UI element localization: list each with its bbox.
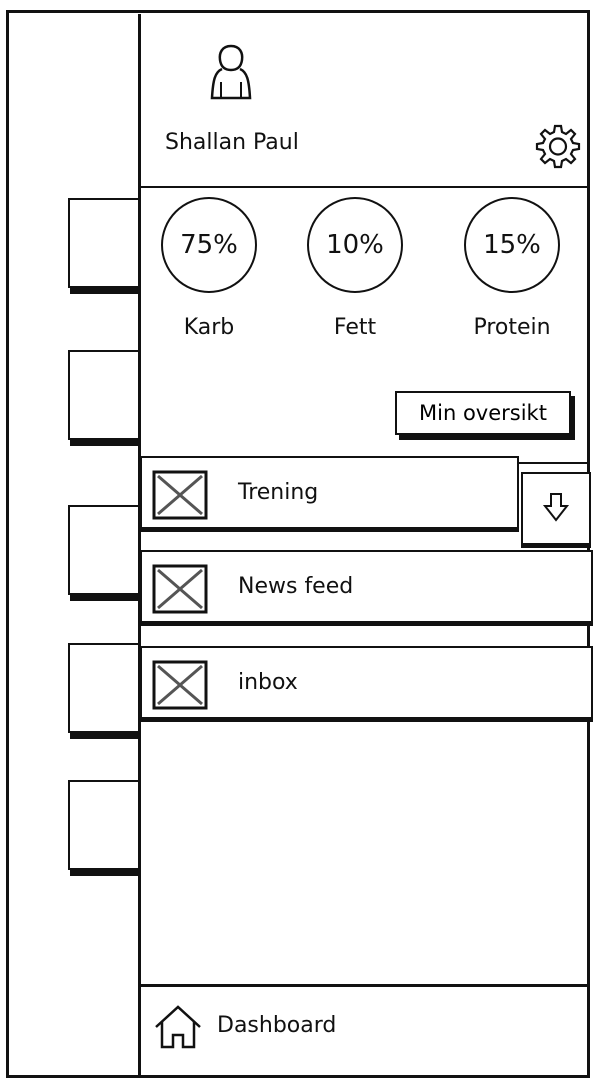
nav-item-label: News feed bbox=[238, 574, 354, 599]
nav-item-inbox[interactable]: inbox bbox=[140, 646, 593, 722]
side-tab-4[interactable] bbox=[68, 643, 138, 733]
side-tab-3[interactable] bbox=[68, 505, 138, 595]
macro-label: Protein bbox=[473, 315, 551, 340]
macro-percent: 15% bbox=[483, 230, 541, 260]
side-panel: Shallan Paul 75% Karb 10% Fett 15% Prote… bbox=[138, 14, 593, 1078]
macro-ring: 10% bbox=[307, 197, 403, 293]
gear-icon[interactable] bbox=[534, 122, 582, 170]
side-tab-5[interactable] bbox=[68, 780, 138, 870]
dashboard-footer[interactable]: Dashboard bbox=[141, 984, 590, 1078]
macro-ring: 15% bbox=[464, 197, 560, 293]
nav-item-news-feed[interactable]: News feed bbox=[140, 550, 593, 626]
macro-percent: 75% bbox=[180, 230, 238, 260]
macro-protein: 15% Protein bbox=[461, 197, 563, 340]
profile-header: Shallan Paul bbox=[141, 14, 590, 188]
macro-label: Karb bbox=[183, 315, 235, 340]
image-placeholder-icon bbox=[152, 660, 208, 710]
dashboard-label: Dashboard bbox=[217, 1013, 337, 1038]
user-name: Shallan Paul bbox=[165, 130, 299, 155]
nav-item-trening[interactable]: Trening bbox=[140, 456, 519, 532]
expand-button[interactable] bbox=[521, 472, 591, 548]
macro-percent: 10% bbox=[326, 230, 384, 260]
nav-item-label: inbox bbox=[238, 670, 298, 695]
arrow-down-icon bbox=[542, 493, 570, 522]
user-avatar-icon[interactable] bbox=[207, 42, 255, 102]
side-tab-1[interactable] bbox=[68, 198, 138, 288]
home-icon bbox=[155, 1005, 201, 1049]
macro-ring: 75% bbox=[161, 197, 257, 293]
side-tab-2[interactable] bbox=[68, 350, 138, 440]
macro-karb: 75% Karb bbox=[158, 197, 260, 340]
macro-fett: 10% Fett bbox=[304, 197, 406, 340]
overview-button[interactable]: Min oversikt bbox=[395, 391, 571, 435]
image-placeholder-icon bbox=[152, 470, 208, 520]
nav-item-label: Trening bbox=[238, 480, 319, 505]
image-placeholder-icon bbox=[152, 564, 208, 614]
macro-label: Fett bbox=[333, 315, 377, 340]
